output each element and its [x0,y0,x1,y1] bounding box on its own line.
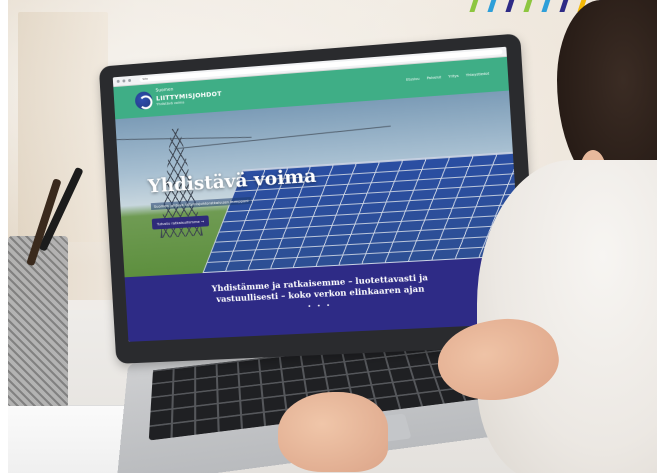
logo-icon[interactable] [134,91,153,110]
nav-item-home[interactable]: Etusivu [406,77,420,82]
site-logo[interactable]: Suomen LIITTYMISJOHDOT Yhdistävä voima [155,85,223,107]
site-nav: Etusivu Palvelut Yritys Yhteystiedot [406,72,489,82]
photo-scene: Site Suomen LIITTYMISJOHDOT Yhdistävä vo… [8,0,657,473]
power-line [116,136,252,141]
solar-panels [202,149,520,274]
person-shoulder [477,160,657,473]
nav-item-services[interactable]: Palvelut [427,75,442,80]
reload-icon[interactable] [128,78,132,83]
laptop-lid: Site Suomen LIITTYMISJOHDOT Yhdistävä vo… [98,33,540,364]
arrow-right-icon: → [200,218,205,224]
pen-cup [8,236,68,406]
back-icon[interactable] [116,79,120,83]
nav-item-contact[interactable]: Yhteystiedot [466,72,490,78]
nav-item-company[interactable]: Yritys [448,74,459,79]
laptop-screen: Site Suomen LIITTYMISJOHDOT Yhdistävä vo… [112,46,524,342]
hero-banner: Yhdistävä voima Suomen johtava liittymis… [115,90,520,278]
hero-cta-label: Tutustu ratkaisuihimme [156,218,200,227]
person-hand-left [278,392,388,472]
forward-icon[interactable] [122,79,126,83]
